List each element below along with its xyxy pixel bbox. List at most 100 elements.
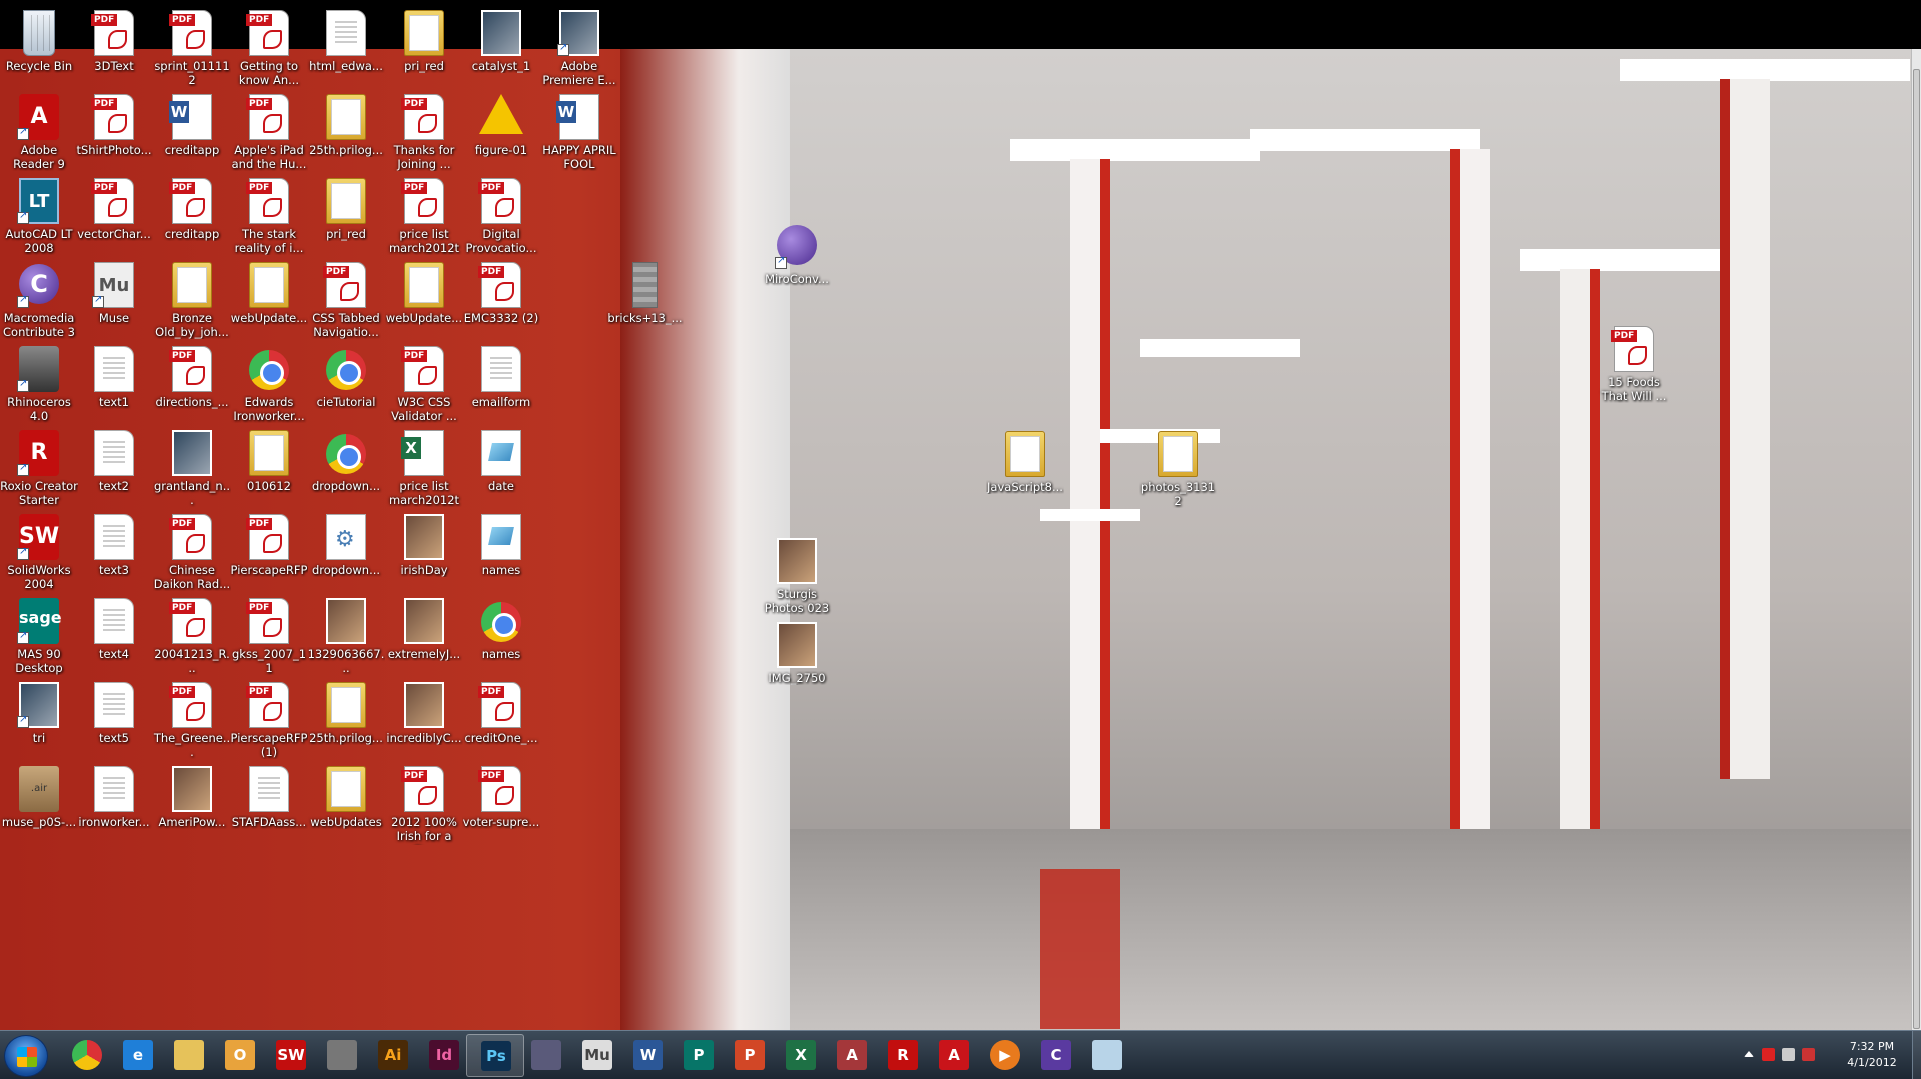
- desktop-icon-label: Digital Provocatio...: [465, 227, 537, 255]
- clock-time: 7:32 PM: [1849, 1040, 1895, 1053]
- taskbar-powerpoint-button[interactable]: P: [721, 1034, 779, 1077]
- taskbar-excel-button[interactable]: X: [772, 1034, 830, 1077]
- photo-icon: [404, 598, 444, 644]
- taskbar-muse-button[interactable]: Mu: [568, 1034, 626, 1077]
- desktop-icon-label: Bronze Old_by_joh...: [155, 311, 229, 339]
- taskbar-rhino-button[interactable]: [313, 1034, 371, 1077]
- desktop-icon-label: Thanks for Joining ...: [393, 143, 455, 171]
- taskbar-publisher-button[interactable]: P: [670, 1034, 728, 1077]
- desktop-icon[interactable]: 2012 100% Irish for a D...: [385, 758, 463, 858]
- desktop-icon-label: 2012 100% Irish for a D...: [391, 815, 457, 845]
- pdf-icon: [246, 94, 289, 140]
- taskbar-access-button[interactable]: A: [823, 1034, 881, 1077]
- desktop-icon[interactable]: .air muse_p0S-...: [0, 758, 78, 858]
- indesign-icon: Id: [429, 1040, 459, 1070]
- taskbar-clock[interactable]: 7:32 PM 4/1/2012: [1832, 1039, 1912, 1071]
- pdf-icon: [401, 178, 444, 224]
- taskbar-acrobat-button[interactable]: A: [925, 1034, 983, 1077]
- taskbar-illustrator-button[interactable]: Ai: [364, 1034, 422, 1077]
- pdf-icon: [401, 766, 444, 812]
- desktop-icon-label: W3C CSS Validator ...: [391, 395, 457, 423]
- desktop-icon-label: Chinese Daikon Rad...: [153, 563, 231, 591]
- show-hidden-icons-icon[interactable]: [1744, 1051, 1754, 1057]
- taskbar-contribute-button[interactable]: C: [1027, 1034, 1085, 1077]
- desktop-icon-label: price list march2012t: [388, 479, 460, 507]
- taskbar-indesign-button[interactable]: Id: [415, 1034, 473, 1077]
- taskbar-photoshop-button[interactable]: Ps: [466, 1034, 524, 1077]
- desktop-icon-label: AutoCAD LT 2008: [5, 227, 73, 255]
- desktop-icon[interactable]: HAPPY APRIL FOOL: [540, 86, 618, 186]
- network-icon[interactable]: [1782, 1048, 1795, 1061]
- taskbar-word-button[interactable]: W: [619, 1034, 677, 1077]
- illustrator-icon: Ai: [378, 1040, 408, 1070]
- desktop-icon[interactable]: voter-supre...: [462, 758, 540, 858]
- scrollbar-thumb[interactable]: [1913, 69, 1920, 1029]
- taskbar-notes-button[interactable]: [1078, 1034, 1136, 1077]
- desktop-icon[interactable]: IMG_2750: [758, 614, 836, 714]
- excel-icon: [401, 430, 444, 476]
- desktop-icon-label: ironworker...: [78, 815, 150, 829]
- pdf-icon: [478, 178, 521, 224]
- folder-icon: [326, 178, 366, 224]
- desktop-icon[interactable]: JavaScript8...: [986, 423, 1064, 523]
- folder-icon: [249, 262, 289, 308]
- document-icon: [326, 10, 366, 56]
- shortcut-arrow-icon: [17, 126, 29, 140]
- desktop-icon[interactable]: bricks+13_...: [606, 254, 684, 354]
- desktop-icon[interactable]: AmeriPow...: [153, 758, 231, 858]
- desktop-icon[interactable]: photos_31312: [1139, 423, 1217, 523]
- desktop-icon[interactable]: STAFDAass...: [230, 758, 308, 858]
- taskbar-outlook-button[interactable]: O: [211, 1034, 269, 1077]
- desktop-screen: Recycle Bin 3DText sprint_011112 Getting to…: [0, 0, 1921, 1079]
- taskbar-media-player-button[interactable]: ▶: [976, 1034, 1034, 1077]
- start-button[interactable]: [4, 1035, 48, 1077]
- desktop-icon[interactable]: ironworker...: [75, 758, 153, 858]
- wallpaper-scrollbar[interactable]: [1911, 49, 1921, 1030]
- folder-icon: [404, 262, 444, 308]
- air-package-icon: .air: [19, 766, 59, 812]
- desktop-icon[interactable]: MiroConv...: [758, 215, 836, 315]
- photo-icon: [172, 766, 212, 812]
- volume-icon[interactable]: [1802, 1048, 1815, 1061]
- desktop-icon-label: dropdown...: [311, 563, 381, 577]
- desktop-icon-label: 25th.prilog...: [309, 143, 383, 157]
- desktop-icon-label: bricks+13_...: [607, 311, 683, 325]
- document-icon: [249, 766, 289, 812]
- desktop-icon-label: AmeriPow...: [158, 815, 226, 829]
- desktop-icon-label: MAS 90 Desktop: [15, 647, 63, 675]
- desktop-icon-label: tri: [32, 731, 46, 745]
- action-center-flag-icon[interactable]: [1762, 1048, 1775, 1061]
- taskbar-explorer-button[interactable]: [160, 1034, 218, 1077]
- document-icon: [94, 598, 134, 644]
- desktop-icon-label: sprint_011112: [154, 59, 230, 87]
- taskbar-premiere-button[interactable]: [517, 1034, 575, 1077]
- pdf-icon: [478, 682, 521, 728]
- taskbar-roxio-button[interactable]: R: [874, 1034, 932, 1077]
- desktop-icon-label: incrediblyC...: [386, 731, 462, 745]
- desktop-icon-label: 3DText: [94, 59, 134, 73]
- publisher-icon: P: [684, 1040, 714, 1070]
- desktop-icon-label: text2: [98, 479, 129, 493]
- desktop-icon-label: JavaScript8...: [987, 480, 1063, 494]
- shortcut-arrow-icon: [17, 378, 29, 392]
- taskbar-solidworks-button[interactable]: SW: [262, 1034, 320, 1077]
- folder-icon: [326, 94, 366, 140]
- document-icon: [94, 430, 134, 476]
- chrome-icon: [72, 1040, 102, 1070]
- taskbar-chrome-button[interactable]: [58, 1034, 116, 1077]
- chrome-icon: [326, 350, 366, 390]
- chrome-icon: [249, 350, 289, 390]
- video-icon: [481, 10, 521, 56]
- pdf-icon: [91, 94, 134, 140]
- explorer-icon: [174, 1040, 204, 1070]
- photoshop-icon: Ps: [481, 1041, 511, 1071]
- desktop-icon-label: vectorChar...: [77, 227, 151, 241]
- taskbar-internet-explorer-button[interactable]: e: [109, 1034, 167, 1077]
- desktop-icon[interactable]: webUpdates: [307, 758, 385, 858]
- desktop-icon-label: text4: [98, 647, 129, 661]
- show-desktop-button[interactable]: [1912, 1031, 1921, 1079]
- desktop-icon[interactable]: 15 Foods That Will ...: [1595, 318, 1673, 418]
- desktop-icon-label: tShirtPhoto...: [76, 143, 152, 157]
- desktop-icon-label: Muse: [98, 311, 130, 325]
- chrome-icon: [481, 602, 521, 642]
